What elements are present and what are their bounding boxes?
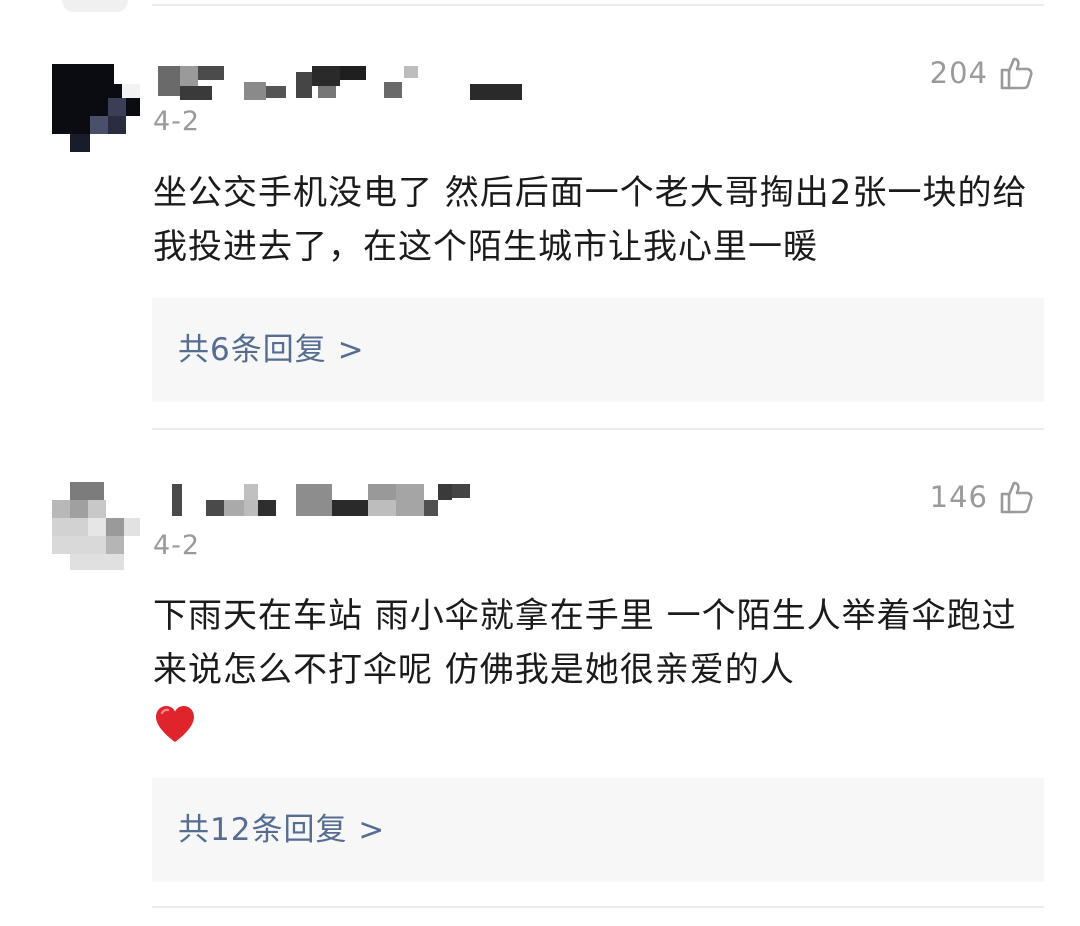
username-redacted[interactable] (152, 484, 532, 524)
previous-avatar-fragment (62, 0, 128, 12)
like-count: 146 (929, 480, 988, 514)
avatar[interactable] (52, 482, 140, 570)
view-replies-link[interactable]: 共6条回复 > (178, 298, 365, 402)
divider-top (152, 4, 1044, 6)
avatar[interactable] (52, 64, 140, 152)
comment-date: 4-2 (153, 530, 201, 561)
comment-date: 4-2 (153, 106, 201, 137)
thumbs-up-icon (998, 55, 1034, 91)
divider-middle (152, 428, 1044, 430)
comment-list: 4-2 204 坐公交手机没电了 然后后面一个老大哥掏出2张一块的给我投进去了，… (0, 0, 1080, 926)
view-replies-link[interactable]: 共12条回复 > (178, 778, 385, 882)
replies-panel[interactable]: 共12条回复 > (152, 778, 1044, 882)
divider-bottom (152, 906, 1044, 908)
thumbs-up-icon (998, 479, 1034, 515)
comment-text: 坐公交手机没电了 然后后面一个老大哥掏出2张一块的给我投进去了，在这个陌生城市让… (153, 173, 1028, 267)
username-redacted[interactable] (152, 66, 532, 106)
like-count: 204 (929, 56, 988, 90)
red-heart-emoji-icon (154, 704, 196, 748)
comment-text: 下雨天在车站 雨小伞就拿在手里 一个陌生人举着伞跑过来说怎么不打伞呢 仿佛我是她… (153, 596, 1017, 690)
like-button[interactable]: 204 (930, 50, 1034, 96)
replies-panel[interactable]: 共6条回复 > (152, 298, 1044, 402)
like-button[interactable]: 146 (930, 474, 1034, 520)
